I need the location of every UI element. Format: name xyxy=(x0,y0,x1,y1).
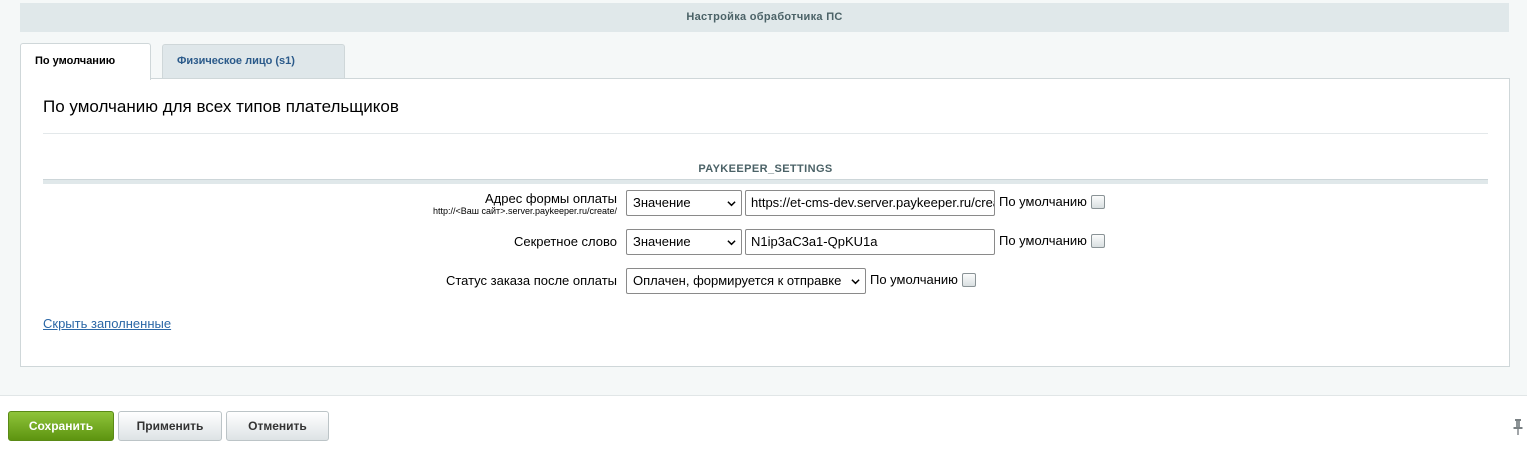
tab-default[interactable]: По умолчанию xyxy=(20,43,151,80)
default-toggle: По умолчанию xyxy=(999,189,1105,215)
chevron-down-icon xyxy=(851,279,860,285)
field-label: Секретное слово xyxy=(514,234,617,249)
apply-button[interactable]: Применить xyxy=(118,411,222,441)
default-label: По умолчанию xyxy=(999,233,1087,248)
value-type-select[interactable]: Значение xyxy=(626,190,742,216)
default-checkbox[interactable] xyxy=(1090,234,1105,248)
field-label: Статус заказа после оплаты xyxy=(445,273,617,288)
cancel-button[interactable]: Отменить xyxy=(226,411,329,441)
panel-title: По умолчанию для всех типов плательщиков xyxy=(43,97,399,116)
section-header: Настройка обработчика ПС xyxy=(20,3,1509,32)
pin-icon[interactable] xyxy=(1512,418,1524,436)
chevron-down-icon xyxy=(727,240,736,246)
group-title: PAYKEEPER_SETTINGS xyxy=(698,163,833,175)
field-row-payment-form-url: Адрес формы оплаты http://<Ваш сайт>.ser… xyxy=(21,189,1509,217)
select-value: Оплачен, формируется к отправке xyxy=(633,273,842,288)
tab-panel: По умолчанию для всех типов плательщиков… xyxy=(20,78,1510,367)
default-toggle: По умолчанию xyxy=(999,228,1105,254)
field-hint: http://<Ваш сайт>.server.paykeeper.ru/cr… xyxy=(433,206,617,216)
group-divider xyxy=(43,179,1488,184)
field-row-order-status: Статус заказа после оплаты Оплачен, форм… xyxy=(21,267,1509,295)
default-label: По умолчанию xyxy=(999,194,1087,209)
default-toggle: По умолчанию xyxy=(870,267,976,293)
settings-area: Настройка обработчика ПС По умолчанию Фи… xyxy=(0,0,1527,396)
divider xyxy=(43,133,1488,134)
select-value: Значение xyxy=(633,195,691,210)
save-button[interactable]: Сохранить xyxy=(8,411,114,441)
hide-filled-link[interactable]: Скрыть заполненные xyxy=(43,316,171,331)
tab-individual-s1[interactable]: Физическое лицо (s1) xyxy=(162,44,345,78)
order-status-select[interactable]: Оплачен, формируется к отправке xyxy=(626,268,866,294)
default-checkbox[interactable] xyxy=(1090,195,1105,209)
select-value: Значение xyxy=(633,234,691,249)
default-checkbox[interactable] xyxy=(961,273,976,287)
value-type-select[interactable]: Значение xyxy=(626,229,742,255)
secret-word-input[interactable]: N1ip3aC3a1-QpKU1a xyxy=(745,229,995,255)
field-row-secret-word: Секретное слово Значение N1ip3aC3a1-QpKU… xyxy=(21,228,1509,256)
chevron-down-icon xyxy=(727,201,736,207)
payment-form-url-input[interactable]: https://et-cms-dev.server.paykeeper.ru/c… xyxy=(745,190,995,216)
default-label: По умолчанию xyxy=(870,272,958,287)
field-label: Адрес формы оплаты xyxy=(485,191,617,206)
